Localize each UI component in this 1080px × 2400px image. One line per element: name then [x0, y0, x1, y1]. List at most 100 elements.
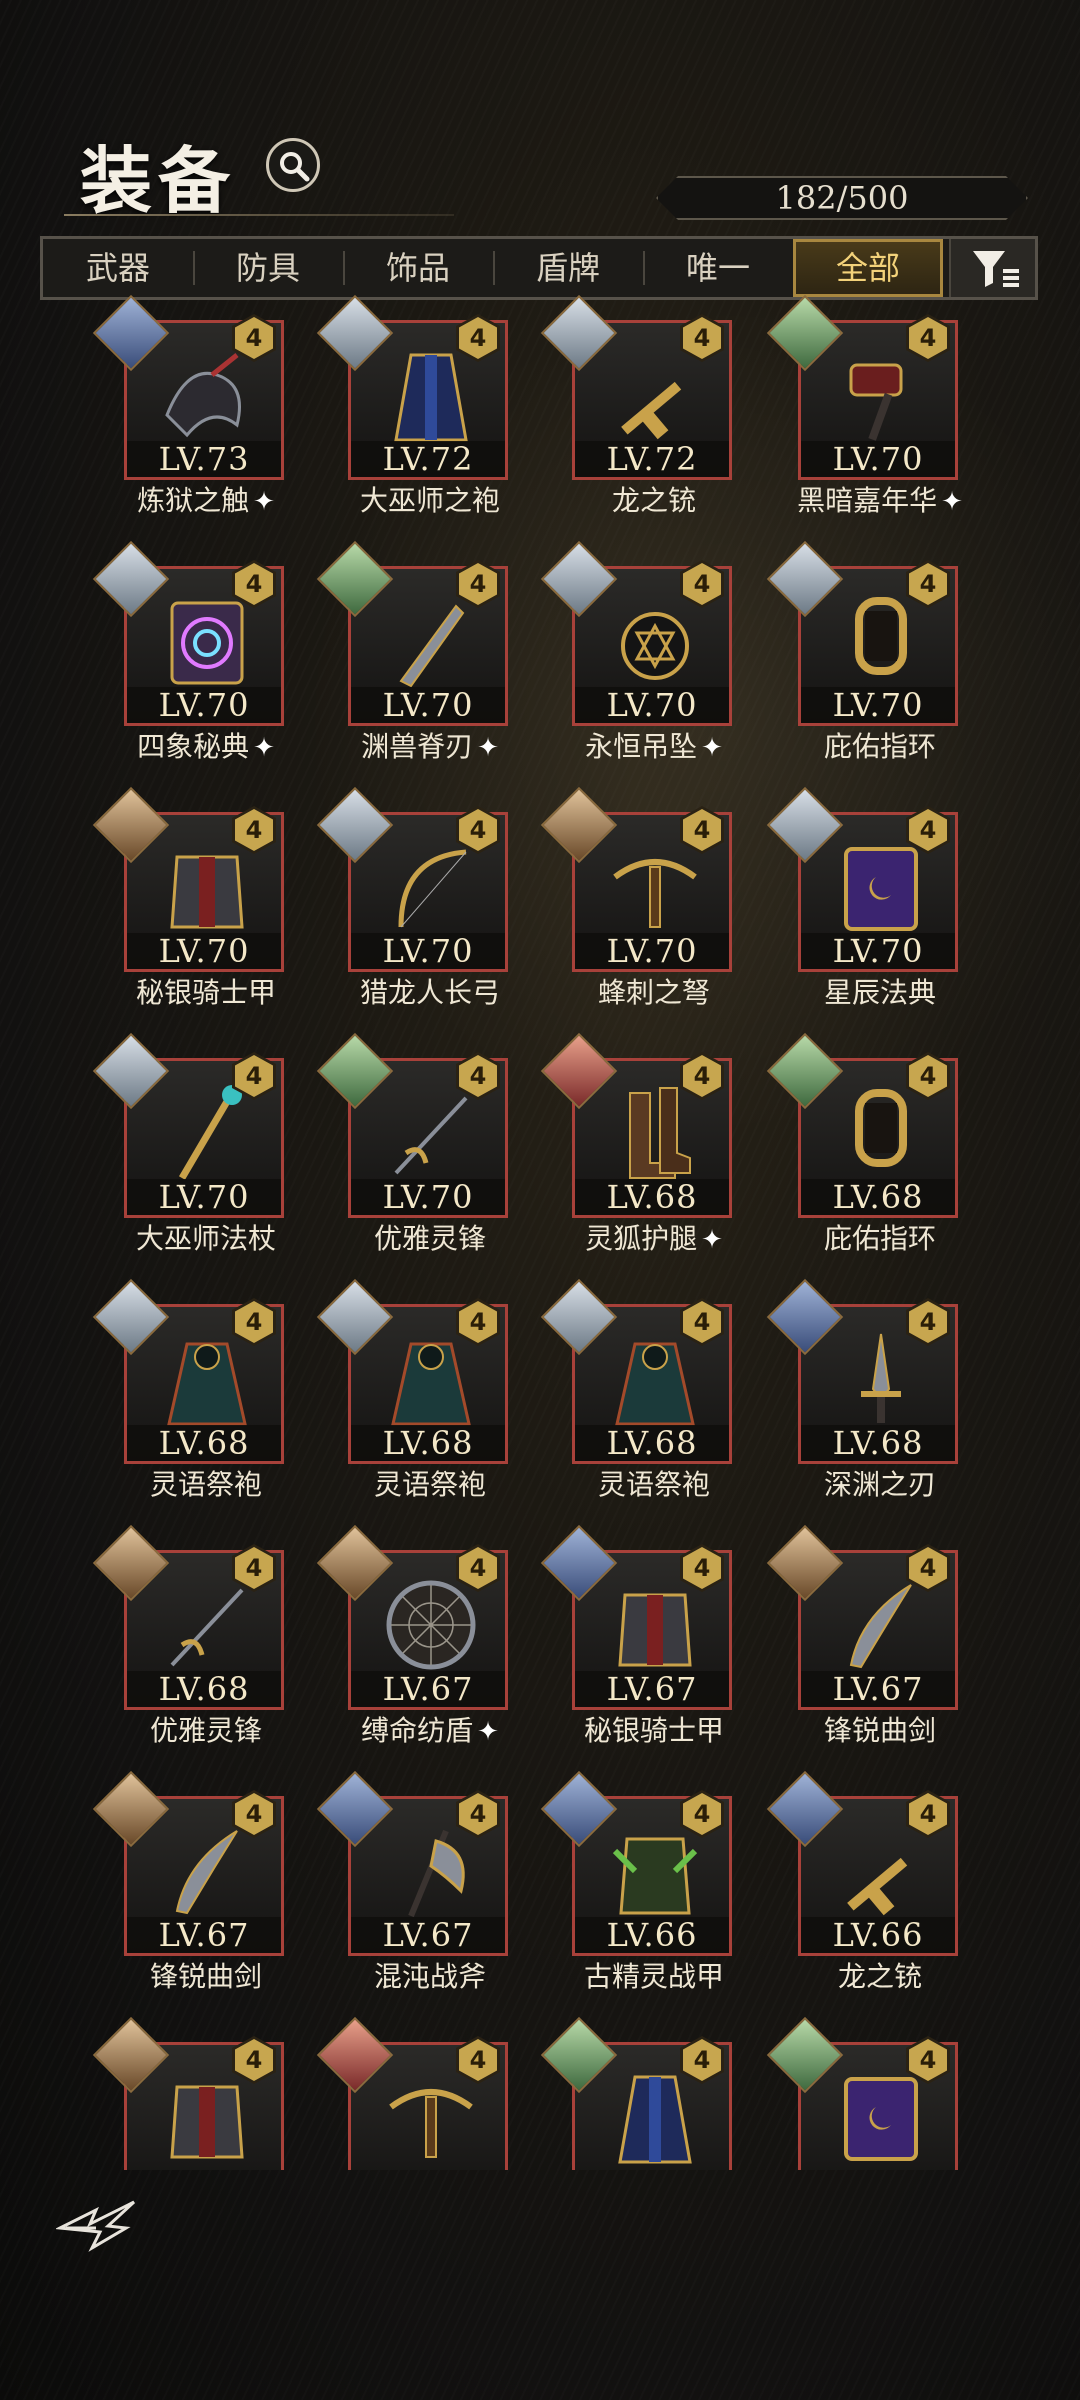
equipment-item[interactable]: LV.66 4 龙之铳	[766, 1770, 962, 1996]
equipment-item[interactable]: 4	[766, 2016, 962, 2170]
item-name-text: 古精灵战甲	[583, 1960, 724, 1993]
equipment-art	[831, 1575, 931, 1675]
item-name-text: 炼狱之触	[137, 484, 250, 517]
equipment-art	[605, 2067, 705, 2167]
equipment-item[interactable]: LV.67 4 混沌战斧	[316, 1770, 512, 1996]
equipment-item[interactable]: LV.72 4 大巫师之袍	[316, 294, 512, 520]
equipment-item[interactable]: LV.68 4 优雅灵锋	[92, 1524, 288, 1750]
equipment-art	[157, 591, 257, 691]
equipment-art	[381, 1329, 481, 1429]
equipment-item[interactable]: LV.70 4 大巫师法杖	[92, 1032, 288, 1258]
sparkle-icon: ✦	[477, 1717, 499, 1747]
equipment-item[interactable]: LV.68 4 灵语祭袍	[316, 1278, 512, 1504]
item-level: LV.66	[575, 1917, 729, 1953]
item-level: LV.70	[351, 687, 505, 723]
equipment-item[interactable]: LV.70 4 四象秘典 ✦	[92, 540, 288, 766]
equipment-item[interactable]: LV.70 4 蜂刺之弩	[540, 786, 736, 1012]
item-name: 深渊之刃	[758, 1468, 1002, 1502]
item-name: 黑暗嘉年华 ✦	[758, 484, 1002, 519]
equipment-item[interactable]: LV.70 4 优雅灵锋	[316, 1032, 512, 1258]
item-level: LV.68	[575, 1179, 729, 1215]
sparkle-icon: ✦	[701, 1225, 723, 1255]
item-level: LV.68	[575, 1425, 729, 1461]
item-name-text: 龙之铳	[837, 1960, 922, 1993]
item-level: LV.67	[351, 1917, 505, 1953]
equipment-art	[381, 345, 481, 445]
equipment-art	[381, 2067, 481, 2167]
item-name: 永恒吊坠 ✦	[532, 730, 776, 765]
equipment-art	[157, 2067, 257, 2167]
equipment-item[interactable]: LV.70 4 永恒吊坠 ✦	[540, 540, 736, 766]
item-level: LV.70	[127, 1179, 281, 1215]
equipment-item[interactable]: LV.68 4 灵狐护腿 ✦	[540, 1032, 736, 1258]
item-level: LV.68	[127, 1671, 281, 1707]
equipment-item[interactable]: LV.67 4 锋锐曲剑	[766, 1524, 962, 1750]
item-level: LV.67	[575, 1671, 729, 1707]
equipment-art	[381, 591, 481, 691]
item-name-text: 四象秘典	[137, 730, 250, 763]
equipment-art	[381, 1575, 481, 1675]
equipment-item[interactable]: LV.67 4 锋锐曲剑	[92, 1770, 288, 1996]
equipment-item[interactable]: LV.70 4 猎龙人长弓	[316, 786, 512, 1012]
sparkle-icon: ✦	[941, 487, 963, 517]
equipment-item[interactable]: LV.72 4 龙之铳	[540, 294, 736, 520]
item-level: LV.70	[575, 933, 729, 969]
equipment-art	[605, 1821, 705, 1921]
equipment-item[interactable]: LV.66 4 古精灵战甲	[540, 1770, 736, 1996]
item-name-text: 混沌战斧	[373, 1960, 486, 1993]
item-level: LV.68	[801, 1425, 955, 1461]
equipment-art	[157, 1329, 257, 1429]
item-name-text: 黑暗嘉年华	[797, 484, 938, 517]
equipment-item[interactable]: LV.70 4 庇佑指环	[766, 540, 962, 766]
equipment-item[interactable]: LV.70 4 秘银骑士甲	[92, 786, 288, 1012]
equipment-art	[605, 1329, 705, 1429]
equipment-item[interactable]: LV.68 4 灵语祭袍	[92, 1278, 288, 1504]
item-level: LV.68	[351, 1425, 505, 1461]
equipment-item[interactable]: LV.70 4 黑暗嘉年华 ✦	[766, 294, 963, 520]
item-name: 古精灵战甲	[532, 1960, 776, 1994]
item-level: LV.72	[575, 441, 729, 477]
item-name-text: 大巫师之袍	[359, 484, 500, 517]
item-name: 渊兽脊刃 ✦	[308, 730, 552, 765]
equipment-item[interactable]: LV.70 4 星辰法典	[766, 786, 962, 1012]
item-name: 龙之铳	[758, 1960, 1002, 1994]
equipment-art	[831, 1821, 931, 1921]
item-level: LV.70	[801, 687, 955, 723]
item-name-text: 锋锐曲剑	[823, 1714, 936, 1747]
item-level: LV.67	[801, 1671, 955, 1707]
equipment-item[interactable]: LV.67 4 缚命纺盾 ✦	[316, 1524, 512, 1750]
item-name-text: 深渊之刃	[823, 1468, 936, 1501]
sparkle-icon: ✦	[477, 733, 499, 763]
equipment-item[interactable]: LV.68 4 庇佑指环	[766, 1032, 962, 1258]
equipment-item[interactable]: LV.73 4 炼狱之触 ✦	[92, 294, 288, 520]
item-level: LV.70	[351, 933, 505, 969]
equipment-art	[831, 591, 931, 691]
item-name-text: 庇佑指环	[823, 730, 936, 763]
equipment-art	[157, 837, 257, 937]
equipment-item[interactable]: LV.70 4 渊兽脊刃 ✦	[316, 540, 512, 766]
item-level: LV.67	[351, 1671, 505, 1707]
item-name: 大巫师之袍	[308, 484, 552, 518]
item-level: LV.72	[351, 441, 505, 477]
item-name-text: 灵语祭袍	[597, 1468, 710, 1501]
item-name: 灵狐护腿 ✦	[532, 1222, 776, 1257]
equipment-item[interactable]: LV.67 4 秘银骑士甲	[540, 1524, 736, 1750]
item-name: 庇佑指环	[758, 730, 1002, 764]
equipment-item[interactable]: 4	[540, 2016, 736, 2170]
equipment-item[interactable]: 4	[92, 2016, 288, 2170]
equipment-item[interactable]: 4	[316, 2016, 512, 2170]
equipment-art	[605, 1083, 705, 1183]
item-name: 龙之铳	[532, 484, 776, 518]
item-name-text: 蜂刺之弩	[597, 976, 710, 1009]
item-name-text: 星辰法典	[823, 976, 936, 1009]
item-name-text: 猎龙人长弓	[359, 976, 500, 1009]
item-name: 锋锐曲剑	[758, 1714, 1002, 1748]
item-name-text: 灵狐护腿	[585, 1222, 698, 1255]
back-button[interactable]	[54, 2196, 140, 2260]
item-level: LV.68	[127, 1425, 281, 1461]
equipment-item[interactable]: LV.68 4 深渊之刃	[766, 1278, 962, 1504]
equipment-item[interactable]: LV.68 4 灵语祭袍	[540, 1278, 736, 1504]
equipment-art	[831, 1083, 931, 1183]
equipment-art	[157, 1575, 257, 1675]
item-name: 优雅灵锋	[84, 1714, 328, 1748]
